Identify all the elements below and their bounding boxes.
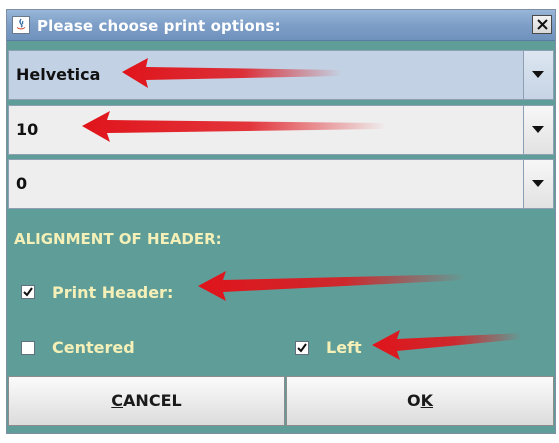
annotation-arrow xyxy=(198,271,466,301)
annotation-arrow xyxy=(122,58,342,88)
annotation-arrow xyxy=(82,111,386,142)
annotation-arrow xyxy=(372,330,522,360)
annotation-arrows xyxy=(82,58,522,360)
